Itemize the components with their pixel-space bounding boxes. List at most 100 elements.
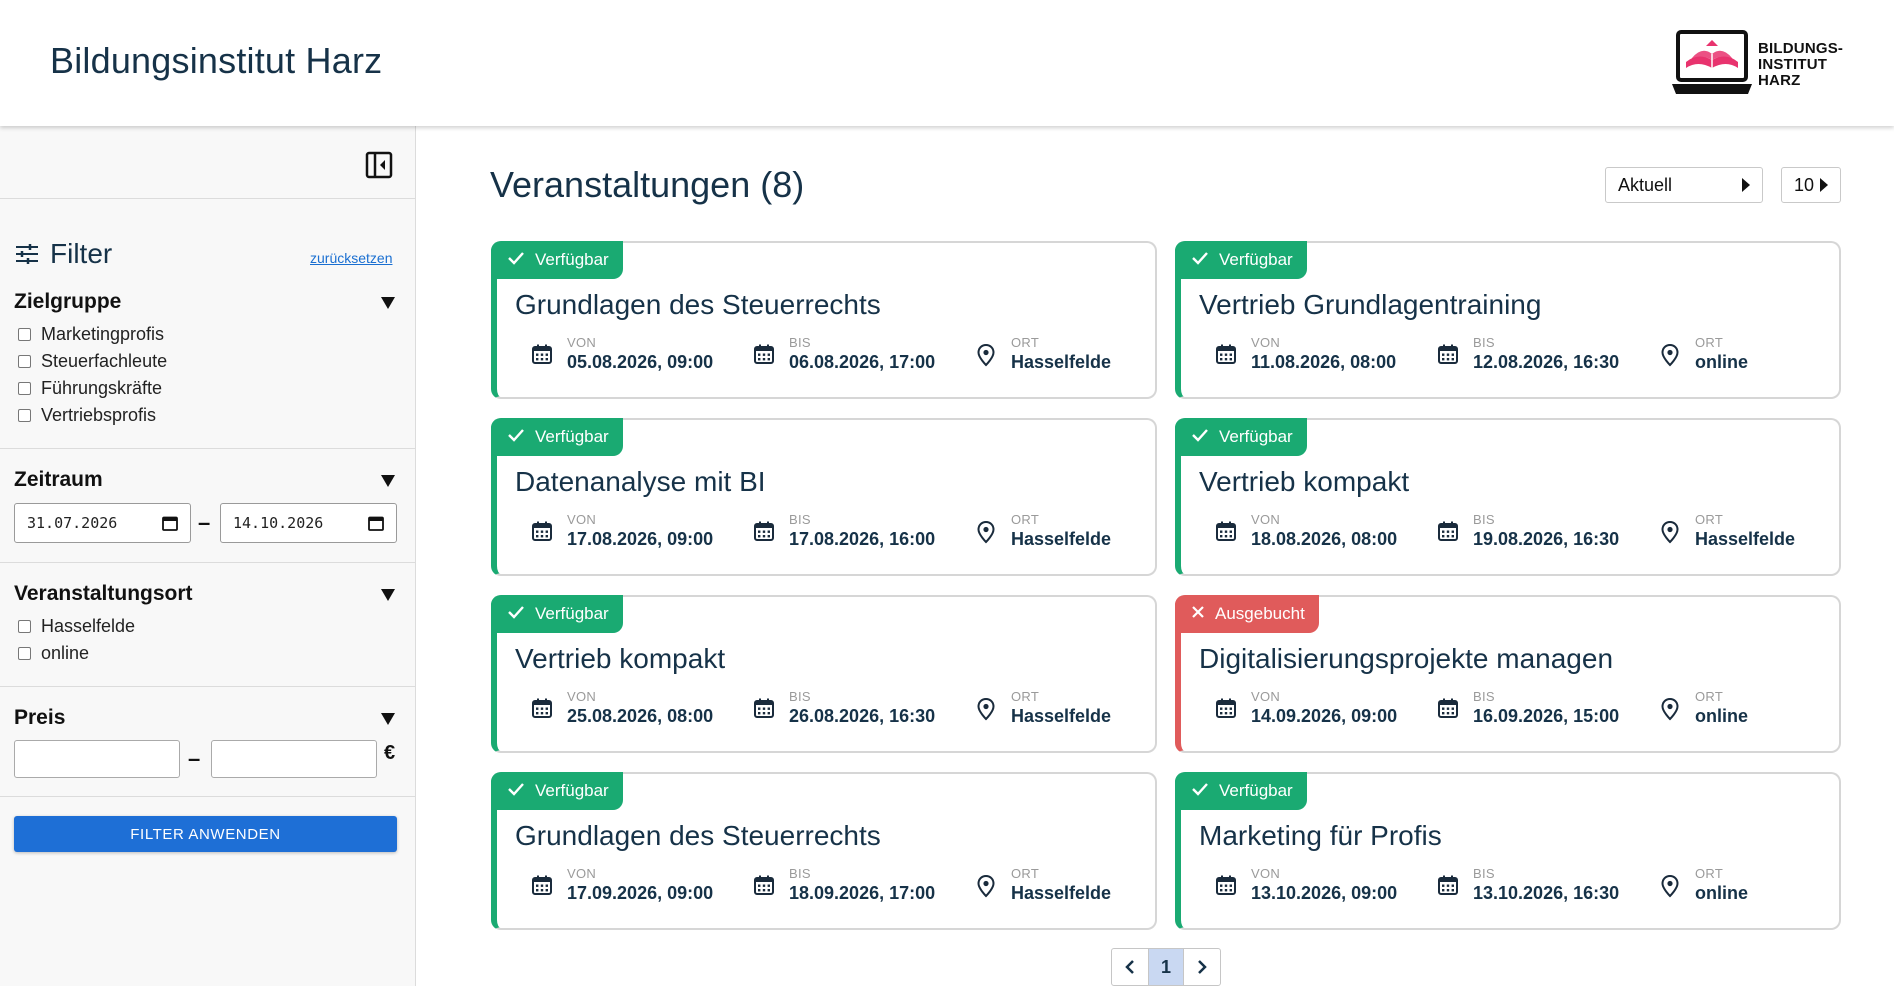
status-text: Verfügbar [535, 427, 609, 446]
start-value: 13.10.2026, 09:00 [1251, 883, 1398, 903]
location-pin-icon [1659, 697, 1681, 726]
divider [0, 796, 416, 797]
zeitraum-title[interactable]: Zeitraum [14, 468, 103, 492]
event-location: ORT Hasselfelde [975, 335, 1111, 373]
end-value: 26.08.2026, 16:30 [789, 706, 936, 726]
checkbox[interactable] [18, 409, 31, 422]
check-icon [507, 427, 535, 447]
location-pin-icon [975, 697, 997, 726]
start-value: 17.09.2026, 09:00 [567, 883, 714, 903]
event-title[interactable]: Vertrieb kompakt [1199, 466, 1409, 498]
checkbox[interactable] [18, 355, 31, 368]
zeitraum-collapse-triangle-icon[interactable] [380, 474, 396, 488]
sort-select[interactable]: Aktuell [1605, 167, 1763, 203]
event-start: VON 05.08.2026, 09:00 [531, 335, 713, 373]
location-value: online [1695, 883, 1748, 903]
location-pin-icon [975, 520, 997, 549]
end-label: BIS [1473, 866, 1495, 881]
date-to-input[interactable]: 14.10.2026 [220, 503, 397, 543]
calendar-icon [531, 874, 553, 901]
status-text: Ausgebucht [1215, 604, 1305, 623]
event-card[interactable]: Verfügbar Vertrieb Grundlagentraining VON 1… [1175, 241, 1841, 399]
ort-title[interactable]: Veranstaltungsort [14, 582, 193, 606]
zielgruppe-option[interactable]: Marketingprofis [18, 324, 164, 345]
status-badge: Verfügbar [491, 418, 623, 456]
event-card[interactable]: Ausgebucht Digitalisierungsprojekte manag… [1175, 595, 1841, 753]
apply-filter-button[interactable]: FILTER ANWENDEN [14, 816, 397, 852]
end-label: BIS [1473, 689, 1495, 704]
calendar-icon [1437, 520, 1459, 547]
location-value: Hasselfelde [1011, 883, 1112, 903]
event-title[interactable]: Vertrieb kompakt [515, 643, 725, 675]
event-card[interactable]: Verfügbar Datenanalyse mit BI VON 17.08.202… [491, 418, 1157, 576]
caret-right-icon [1742, 178, 1750, 192]
calendar-icon [753, 697, 775, 724]
zielgruppe-option[interactable]: Vertriebsprofis [18, 405, 156, 426]
location-label: ORT [1695, 512, 1724, 527]
preis-title[interactable]: Preis [14, 706, 65, 730]
calendar-icon[interactable] [368, 515, 384, 531]
event-start: VON 17.09.2026, 09:00 [531, 866, 713, 904]
event-card[interactable]: Verfügbar Grundlagen des Steuerrechts VON 0… [491, 241, 1157, 399]
price-min-input[interactable] [14, 740, 180, 778]
event-title[interactable]: Grundlagen des Steuerrechts [515, 289, 881, 321]
event-start: VON 13.10.2026, 09:00 [1215, 866, 1397, 904]
calendar-icon[interactable] [162, 515, 178, 531]
checkbox[interactable] [18, 647, 31, 660]
checkbox[interactable] [18, 382, 31, 395]
event-location: ORT Hasselfelde [975, 866, 1111, 904]
check-icon [1191, 250, 1219, 270]
checkbox[interactable] [18, 328, 31, 341]
ort-collapse-triangle-icon[interactable] [380, 588, 396, 602]
site-title[interactable]: Bildungsinstitut Harz [50, 40, 382, 82]
location-label: ORT [1011, 512, 1040, 527]
event-card[interactable]: Verfügbar Marketing für Profis VON 13.10.20… [1175, 772, 1841, 930]
prev-page-button[interactable] [1112, 949, 1148, 985]
page-size-select[interactable]: 10 [1781, 167, 1841, 203]
end-value: 06.08.2026, 17:00 [789, 352, 936, 372]
event-title[interactable]: Marketing für Profis [1199, 820, 1442, 852]
divider [0, 198, 416, 199]
event-location: ORT online [1659, 866, 1748, 904]
calendar-icon [753, 874, 775, 901]
ort-option[interactable]: online [18, 643, 89, 664]
date-from-input[interactable]: 31.07.2026 [14, 503, 191, 543]
event-title[interactable]: Datenanalyse mit BI [515, 466, 766, 498]
reset-filters-link[interactable]: zurücksetzen [310, 250, 392, 266]
event-title[interactable]: Grundlagen des Steuerrechts [515, 820, 881, 852]
event-title[interactable]: Digitalisierungsprojekte managen [1199, 643, 1613, 675]
check-icon [1191, 781, 1219, 801]
calendar-icon [753, 343, 775, 370]
page-button-1[interactable]: 1 [1148, 949, 1184, 985]
ort-option[interactable]: Hasselfelde [18, 616, 135, 637]
zielgruppe-option[interactable]: Führungskräfte [18, 378, 162, 399]
checkbox[interactable] [18, 620, 31, 633]
calendar-icon [1215, 874, 1237, 901]
status-badge: Verfügbar [491, 772, 623, 810]
zielgruppe-title[interactable]: Zielgruppe [14, 290, 121, 314]
collapse-sidebar-button[interactable] [364, 150, 394, 180]
event-start: VON 25.08.2026, 08:00 [531, 689, 713, 727]
location-pin-icon [1659, 874, 1681, 903]
logo[interactable]: BILDUNGS- INSTITUT HARZ [1672, 28, 1843, 98]
check-icon [507, 250, 535, 270]
event-title[interactable]: Vertrieb Grundlagentraining [1199, 289, 1541, 321]
status-badge: Verfügbar [491, 241, 623, 279]
chevron-left-icon [1125, 960, 1134, 974]
end-label: BIS [1473, 512, 1495, 527]
status-badge: Verfügbar [491, 595, 623, 633]
filter-sidebar: Filter zurücksetzen Zielgruppe Marketing… [0, 126, 416, 986]
zielgruppe-option[interactable]: Steuerfachleute [18, 351, 167, 372]
location-value: Hasselfelde [1011, 352, 1112, 372]
event-card[interactable]: Verfügbar Vertrieb kompakt VON 18.08.2026, … [1175, 418, 1841, 576]
status-text: Verfügbar [535, 250, 609, 269]
event-card[interactable]: Verfügbar Vertrieb kompakt VON 25.08.2026, … [491, 595, 1157, 753]
preis-collapse-triangle-icon[interactable] [380, 712, 396, 726]
start-label: VON [1251, 335, 1281, 350]
next-page-button[interactable] [1184, 949, 1220, 985]
price-max-input[interactable] [211, 740, 377, 778]
event-card[interactable]: Verfügbar Grundlagen des Steuerrechts VON 1… [491, 772, 1157, 930]
calendar-icon [531, 343, 553, 370]
zielgruppe-collapse-triangle-icon[interactable] [380, 296, 396, 310]
location-value: Hasselfelde [1011, 529, 1112, 549]
